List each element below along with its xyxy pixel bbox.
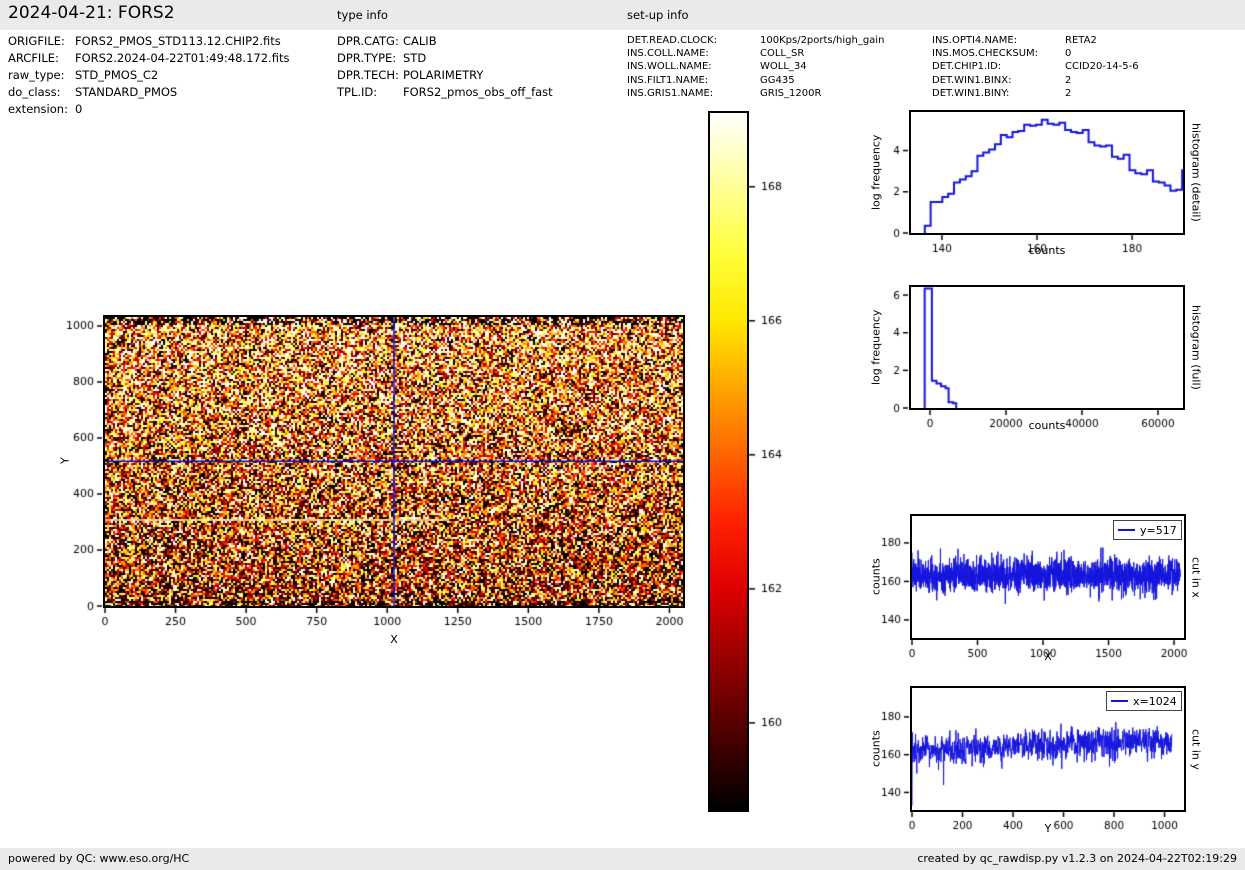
info-label: raw_type: [8,68,65,82]
info-value: STD_PMOS_C2 [75,68,159,82]
info-value: 100Kps/2ports/high_gain [760,35,885,46]
info-value: 0 [1065,48,1072,60]
cut-y-legend: x=1024 [1106,691,1182,711]
qc-report-page: 2024-04-21: FORS2 type info set-up info … [0,0,1245,870]
info-value: FORS2.2024-04-22T01:49:48.172.fits [75,51,290,65]
file-info-row: ARCFILE: FORS2.2024-04-22T01:49:48.172.fi… [8,50,289,67]
cut-x-yaxis-label: counts [869,558,883,596]
info-value: 2 [1065,74,1072,86]
info-label: DPR.CATG: [337,34,399,48]
info-label: DPR.TECH: [337,68,399,82]
info-value: POLARIMETRY [403,68,484,82]
main-xaxis-label: X [390,633,398,646]
hist-full-xaxis-label: counts [1028,419,1066,432]
file-info-table: ORIGFILE: FORS2_PMOS_STD113.12.CHIP2.fits… [8,33,289,118]
type-info-row: DPR.CATG: CALIB [337,33,553,50]
info-value: FORS2_pmos_obs_off_fast [403,85,553,99]
setup-info-row: DET.WIN1.BINX: 2 [932,74,1139,87]
setup-info-row: INS.WOLL.NAME: WOLL_34 [627,60,884,73]
cut-x-side-label: cut in x [1189,556,1203,598]
hist-full-side-label: histogram (full) [1189,305,1203,390]
info-label: INS.COLL.NAME: [627,48,709,60]
setup-info-row: INS.FILT1.NAME: GG435 [627,74,884,87]
setup-info-row: INS.OPTI4.NAME: RETA2 [932,34,1139,47]
cut-y-xaxis-label: Y [1044,822,1052,835]
info-label: INS.GRIS1.NAME: [627,87,714,99]
info-label: DPR.TYPE: [337,51,397,65]
setup-info-row: DET.WIN1.BINY: 2 [932,87,1139,100]
info-value: WOLL_34 [760,61,807,73]
info-label: DET.CHIP1.ID: [932,61,1002,73]
cut-y-side-label: cut in y [1189,728,1203,770]
info-value: CCID20-14-5-6 [1065,61,1139,73]
info-value: 0 [75,102,83,116]
setup-info-row: DET.READ.CLOCK: 100Kps/2ports/high_gain [627,34,884,47]
info-label: INS.WOLL.NAME: [627,61,712,73]
info-value: RETA2 [1065,35,1097,46]
info-label: TPL.ID: [337,85,378,99]
setup-info-row: INS.COLL.NAME: COLL_SR [627,47,884,60]
histogram-detail-plot [909,110,1185,235]
info-label: DET.WIN1.BINY: [932,87,1010,99]
raw-image-heatmap [103,315,685,608]
cut-y-yaxis-label: counts [869,730,883,768]
legend-line-swatch [1111,700,1128,702]
info-value: 2 [1065,87,1072,99]
footer-credit-right: created by qc_rawdisp.py v1.2.3 on 2024-… [917,852,1237,865]
type-info-row: TPL.ID: FORS2_pmos_obs_off_fast [337,84,553,101]
file-info-row: ORIGFILE: FORS2_PMOS_STD113.12.CHIP2.fits [8,33,289,50]
info-value: CALIB [403,34,437,48]
type-info-section-label: type info [337,8,388,22]
cut-x-legend: y=517 [1113,520,1182,540]
setup-info-section-label: set-up info [627,8,689,22]
page-title: 2024-04-21: FORS2 [8,3,175,23]
type-info-row: DPR.TYPE: STD [337,50,553,67]
info-value: FORS2_PMOS_STD113.12.CHIP2.fits [75,34,281,48]
info-value: STD [403,51,427,65]
legend-line-swatch [1118,529,1135,531]
footer-credit-left: powered by QC: www.eso.org/HC [8,852,190,865]
info-label: INS.OPTI4.NAME: [932,35,1018,46]
cut-y-legend-label: x=1024 [1133,694,1177,708]
file-info-row: do_class: STANDARD_PMOS [8,84,289,101]
cut-x-legend-label: y=517 [1140,523,1177,537]
info-value: GRIS_1200R [760,87,822,99]
file-info-row: raw_type: STD_PMOS_C2 [8,67,289,84]
info-label: DET.WIN1.BINX: [932,74,1012,86]
hist-detail-xaxis-label: counts [1028,244,1066,257]
colorbar-gradient [708,111,749,812]
info-label: INS.FILT1.NAME: [627,74,709,86]
hist-detail-yaxis-label: log frequency [869,134,883,211]
info-label: DET.READ.CLOCK: [627,35,718,46]
setup-info-right-table: INS.OPTI4.NAME: RETA2 INS.MOS.CHECKSUM: 0 … [932,34,1139,100]
info-value: COLL_SR [760,48,805,60]
hist-detail-side-label: histogram (detail) [1189,123,1203,222]
setup-info-left-table: DET.READ.CLOCK: 100Kps/2ports/high_gain I… [627,34,884,100]
setup-info-row: INS.MOS.CHECKSUM: 0 [932,47,1139,60]
hist-full-yaxis-label: log frequency [869,309,883,386]
cut-x-xaxis-label: X [1044,650,1052,663]
file-info-row: extension: 0 [8,101,289,118]
info-label: extension: [8,102,68,116]
info-label: do_class: [8,85,61,99]
main-yaxis-label: Y [58,457,72,465]
type-info-table: DPR.CATG: CALIB DPR.TYPE: STD DPR.TECH: POL… [337,33,553,101]
info-value: STANDARD_PMOS [75,85,178,99]
info-label: ORIGFILE: [8,34,65,48]
info-label: ARCFILE: [8,51,59,65]
info-label: INS.MOS.CHECKSUM: [932,48,1039,60]
setup-info-row: INS.GRIS1.NAME: GRIS_1200R [627,87,884,100]
info-value: GG435 [760,74,795,86]
histogram-full-plot [909,285,1185,410]
setup-info-row: DET.CHIP1.ID: CCID20-14-5-6 [932,60,1139,73]
header-bar [0,0,1245,30]
type-info-row: DPR.TECH: POLARIMETRY [337,67,553,84]
